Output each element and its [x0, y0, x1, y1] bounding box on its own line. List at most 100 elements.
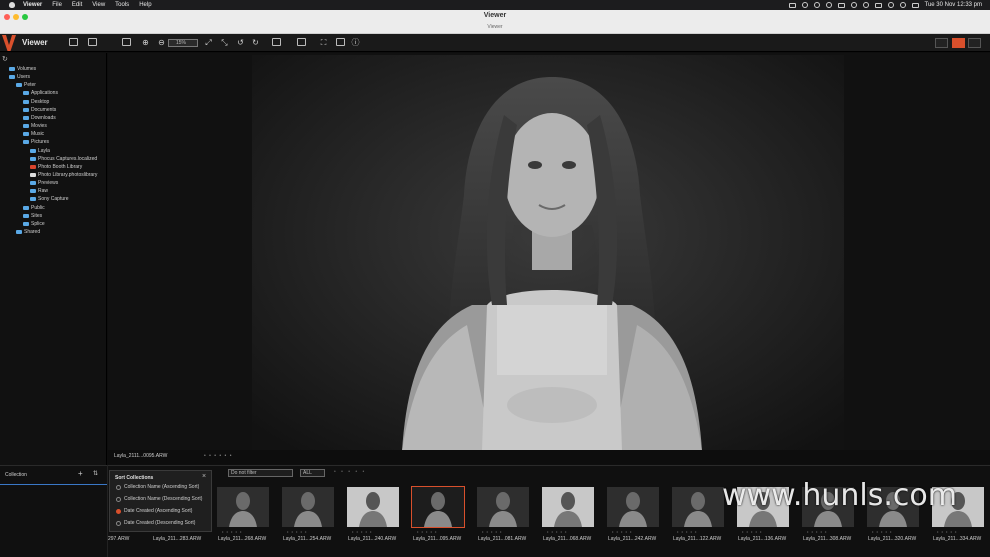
overlay-icon[interactable] — [297, 38, 306, 46]
thumbnail[interactable] — [217, 487, 269, 527]
tree-item[interactable]: Phocus Captures.localized — [30, 155, 97, 163]
tree-item[interactable]: Sites — [23, 212, 42, 220]
tree-item[interactable]: Music — [23, 130, 44, 138]
menu-view[interactable]: View — [92, 2, 105, 8]
folder-icon — [16, 83, 22, 88]
sync-icon[interactable] — [825, 2, 832, 8]
status-icon[interactable] — [801, 2, 808, 8]
info-icon[interactable]: ⓘ — [351, 38, 360, 47]
dropbox-icon[interactable] — [850, 2, 857, 8]
thumbnail-rating[interactable]: • • • • • — [352, 529, 372, 534]
menu-file[interactable]: File — [52, 2, 62, 8]
menu-clock[interactable]: Tue 30 Nov 12:33 pm — [925, 2, 982, 8]
creative-cloud-icon[interactable] — [813, 2, 820, 8]
thumbnail[interactable] — [672, 487, 724, 527]
image-viewer[interactable] — [108, 53, 990, 453]
single-view-button[interactable] — [952, 38, 965, 48]
grid-view-button[interactable] — [935, 38, 948, 48]
tree-item[interactable]: Desktop — [23, 98, 49, 106]
main-photo[interactable] — [252, 55, 844, 451]
close-icon[interactable]: × — [202, 473, 206, 480]
refresh-icon[interactable]: ↻ — [2, 55, 8, 63]
spotlight-icon[interactable] — [899, 2, 906, 8]
tree-item[interactable]: Photo Booth Library — [30, 163, 82, 171]
thumbnail-rating[interactable]: • • • • • — [417, 529, 437, 534]
menu-tools[interactable]: Tools — [115, 2, 129, 8]
filter-select[interactable]: Do not filter — [228, 469, 293, 477]
filter-stars[interactable]: • • • • • — [334, 469, 366, 475]
thumbnail-rating[interactable]: • • • • • — [222, 529, 242, 534]
tree-item[interactable]: Photo Library.photoslibrary — [30, 171, 97, 179]
tree-item[interactable]: Splice — [23, 220, 45, 228]
thumbnail[interactable] — [542, 487, 594, 527]
record-icon[interactable] — [788, 2, 796, 8]
sort-collections-popup: Sort Collections × Collection Name (Asce… — [109, 470, 212, 532]
rating-stars[interactable]: • • • • • • — [204, 453, 232, 459]
thumbnail-rating[interactable]: • • • • • — [547, 529, 567, 534]
scope-select[interactable]: ALL — [300, 469, 325, 477]
fill-icon[interactable]: ⤡ — [220, 38, 229, 47]
thumbnail[interactable] — [477, 487, 529, 527]
tree-item[interactable]: Layla — [30, 147, 50, 155]
thumbnail-rating[interactable]: • • • • • — [807, 529, 827, 534]
tree-item[interactable]: Users — [9, 73, 30, 81]
thumbnail-rating[interactable]: • • • • • — [742, 529, 762, 534]
apple-icon[interactable] — [9, 2, 15, 8]
thumbnail-rating[interactable]: • • • • • — [937, 529, 957, 534]
split-view-button[interactable] — [968, 38, 981, 48]
fullscreen-icon[interactable]: ⛶ — [319, 38, 328, 47]
export-mode-icon[interactable] — [88, 38, 97, 46]
thumbnail-rating[interactable]: • • • • • — [482, 529, 502, 534]
tree-item[interactable]: Pictures — [23, 138, 49, 146]
battery-icon[interactable] — [874, 2, 882, 8]
thumbnail-rating[interactable]: • • • • • — [287, 529, 307, 534]
sort-option[interactable]: Collection Name (Descending Sort) — [116, 496, 202, 502]
tree-item[interactable]: Peter — [16, 81, 36, 89]
tree-item[interactable]: Volumes — [9, 65, 36, 73]
tree-item-label: Documents — [31, 106, 57, 113]
bluetooth-icon[interactable] — [862, 2, 869, 8]
thumbnail[interactable] — [607, 487, 659, 527]
sort-option[interactable]: Date Created (Descending Sort) — [116, 520, 195, 526]
tree-item[interactable]: Downloads — [23, 114, 56, 122]
folder-icon — [23, 115, 29, 120]
image-icon[interactable] — [336, 38, 345, 46]
tree-item[interactable]: Movies — [23, 122, 47, 130]
tree-item[interactable]: Raw — [30, 187, 48, 195]
tree-item[interactable]: Applications — [23, 89, 58, 97]
add-collection-icon[interactable]: + — [78, 469, 83, 478]
tree-item[interactable]: Documents — [23, 106, 56, 114]
wifi-icon[interactable] — [887, 2, 894, 8]
browse-mode-icon[interactable] — [69, 38, 78, 46]
sort-collections-icon[interactable]: ⇅ — [93, 470, 98, 477]
thumbnail[interactable] — [282, 487, 334, 527]
thumbnail[interactable] — [411, 486, 465, 528]
rotate-right-icon[interactable]: ↻ — [251, 38, 260, 47]
menu-app[interactable]: Viewer — [23, 2, 42, 8]
thumbnail-image — [282, 487, 334, 527]
menu-edit[interactable]: Edit — [72, 2, 82, 8]
tree-item[interactable]: Shared — [16, 228, 40, 236]
tree-item[interactable]: Sony Capture — [30, 195, 69, 203]
system-menu-bar: Viewer File Edit View Tools Help Tue 30 … — [0, 0, 990, 10]
fit-icon[interactable]: ⤢ — [204, 38, 213, 47]
zoom-out-icon[interactable]: ⊖ — [157, 38, 166, 47]
display-icon[interactable] — [837, 2, 845, 8]
thumbnail-label: Layla_211...242.ARW — [608, 536, 657, 542]
thumbnail-rating[interactable]: • • • • • — [612, 529, 632, 534]
menu-help[interactable]: Help — [139, 2, 151, 8]
thumbnail-rating[interactable]: • • • • • — [677, 529, 697, 534]
sort-option[interactable]: Collection Name (Ascending Sort) — [116, 484, 199, 490]
zoom-select[interactable]: 15% — [168, 39, 198, 47]
compare-icon[interactable] — [272, 38, 281, 46]
import-icon[interactable] — [122, 38, 131, 46]
thumbnail-rating[interactable]: • • • • • — [872, 529, 892, 534]
rotate-left-icon[interactable]: ↺ — [236, 38, 245, 47]
tree-item[interactable]: Previews — [30, 179, 58, 187]
tree-item-label: Pictures — [31, 139, 50, 146]
sort-option[interactable]: Date Created (Ascending Sort) — [116, 508, 192, 514]
tree-item[interactable]: Public — [23, 204, 45, 212]
control-center-icon[interactable] — [911, 2, 919, 8]
zoom-in-icon[interactable]: ⊕ — [141, 38, 150, 47]
thumbnail[interactable] — [347, 487, 399, 527]
